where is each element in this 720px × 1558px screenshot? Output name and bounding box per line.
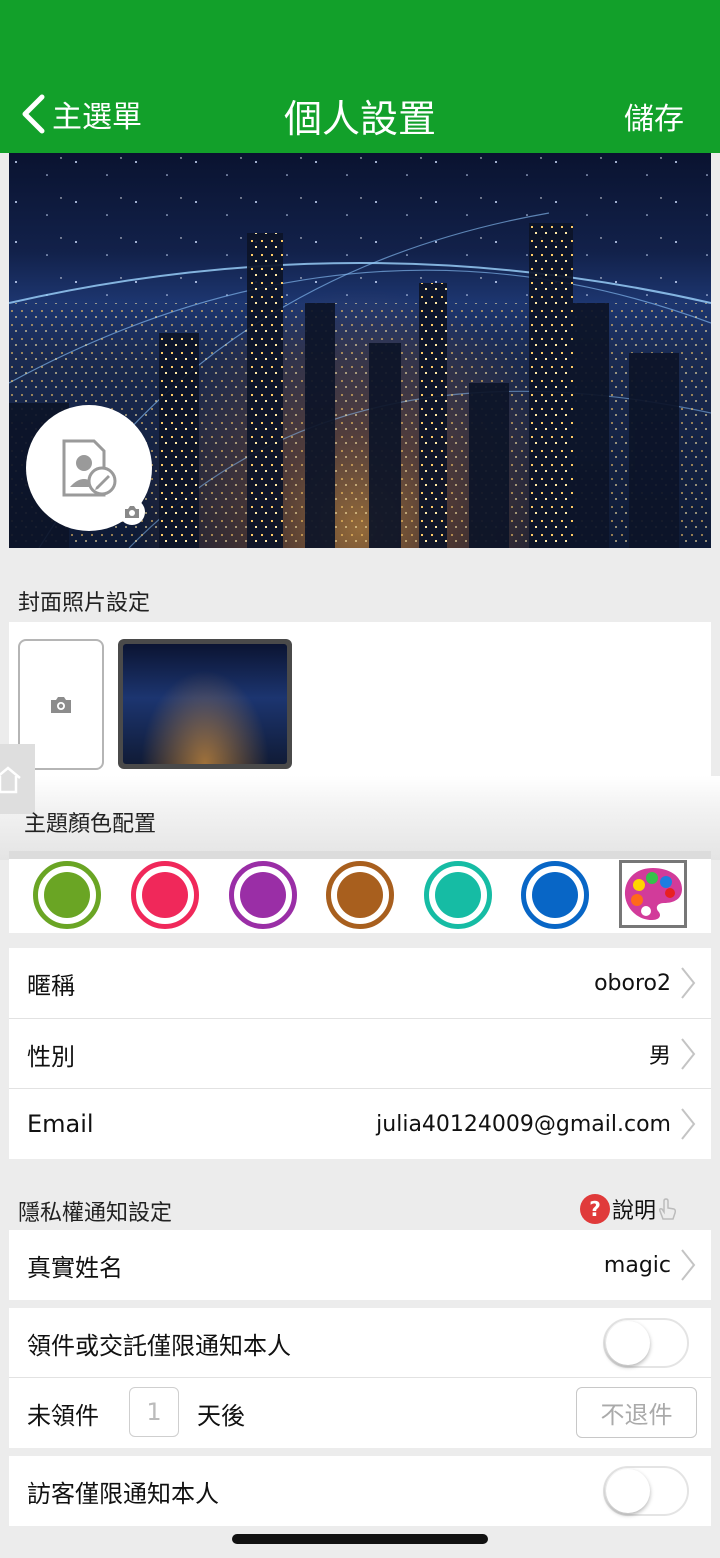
cover-photo-thumbnail[interactable] [118,639,292,769]
nickname-label: 暱稱 [27,971,75,1000]
top-nav-bar: 主選單 個人設置 儲存 [0,0,720,153]
profile-edit-icon [62,439,117,497]
chevron-right-icon [681,967,696,999]
tap-hand-icon [659,1198,677,1220]
home-icon [0,766,21,794]
pickup-notify-row: 領件或交託僅限通知本人 [9,1308,711,1378]
theme-swatch-blue[interactable] [521,861,589,929]
thumbnail-image [123,644,287,764]
cover-settings-label: 封面照片設定 [18,591,151,616]
toggle-knob [606,1321,650,1365]
chevron-right-icon [681,1108,696,1140]
home-shortcut-tab[interactable] [0,744,35,814]
home-indicator [232,1534,488,1544]
pickup-notify-toggle[interactable] [603,1318,689,1368]
pickup-notify-label: 領件或交託僅限通知本人 [27,1331,291,1360]
realname-label: 真實姓名 [27,1253,123,1282]
swatch-dot [240,872,286,918]
realname-row[interactable]: 真實姓名 magic [9,1230,711,1300]
email-row[interactable]: Email julia40124009@gmail.com [9,1089,711,1159]
theme-swatch-purple[interactable] [229,861,297,929]
visitor-notify-toggle[interactable] [603,1466,689,1516]
theme-swatch-green[interactable] [33,861,101,929]
question-mark-icon: ? [580,1194,610,1224]
days-after-label: 天後 [197,1401,245,1430]
theme-color-label: 主題顏色配置 [24,812,157,837]
theme-swatch-teal[interactable] [424,861,492,929]
gender-row[interactable]: 性別 男 [9,1019,711,1089]
color-palette-icon [624,868,682,920]
chevron-right-icon [681,1038,696,1070]
gender-label: 性別 [27,1042,75,1071]
page-title: 個人設置 [283,97,436,141]
camera-badge-icon [119,499,145,525]
help-button[interactable]: ? 說明 [580,1193,678,1225]
visitor-notify-label: 訪客僅限通知本人 [27,1479,219,1508]
toggle-knob [606,1469,650,1513]
swatch-dot [435,872,481,918]
theme-divider [9,851,711,859]
realname-value: magic [603,1252,671,1278]
swatch-dot [142,872,188,918]
gender-value: 男 [648,1044,671,1069]
visitor-notify-row: 訪客僅限通知本人 [9,1456,711,1526]
save-button[interactable]: 儲存 [624,94,684,138]
cover-photo-panel [9,622,711,777]
camera-icon [51,696,71,713]
theme-swatch-brown[interactable] [326,861,394,929]
unclaimed-days-input[interactable]: 1 [129,1387,179,1437]
swatch-dot [532,872,578,918]
theme-swatch-pink[interactable] [131,861,199,929]
email-value: julia40124009@gmail.com [376,1111,671,1137]
swatch-dot [337,872,383,918]
nickname-row[interactable]: 暱稱 oboro2 [9,948,711,1018]
unclaimed-label: 未領件 [27,1401,99,1430]
no-return-button[interactable]: 不退件 [576,1387,697,1438]
chevron-right-icon [681,1249,696,1281]
custom-color-button[interactable] [619,860,687,928]
nickname-value: oboro2 [594,970,671,996]
email-label: Email [27,1110,94,1138]
help-label: 說明 [612,1199,657,1224]
privacy-settings-label: 隱私權通知設定 [18,1201,173,1226]
swatch-dot [44,872,90,918]
